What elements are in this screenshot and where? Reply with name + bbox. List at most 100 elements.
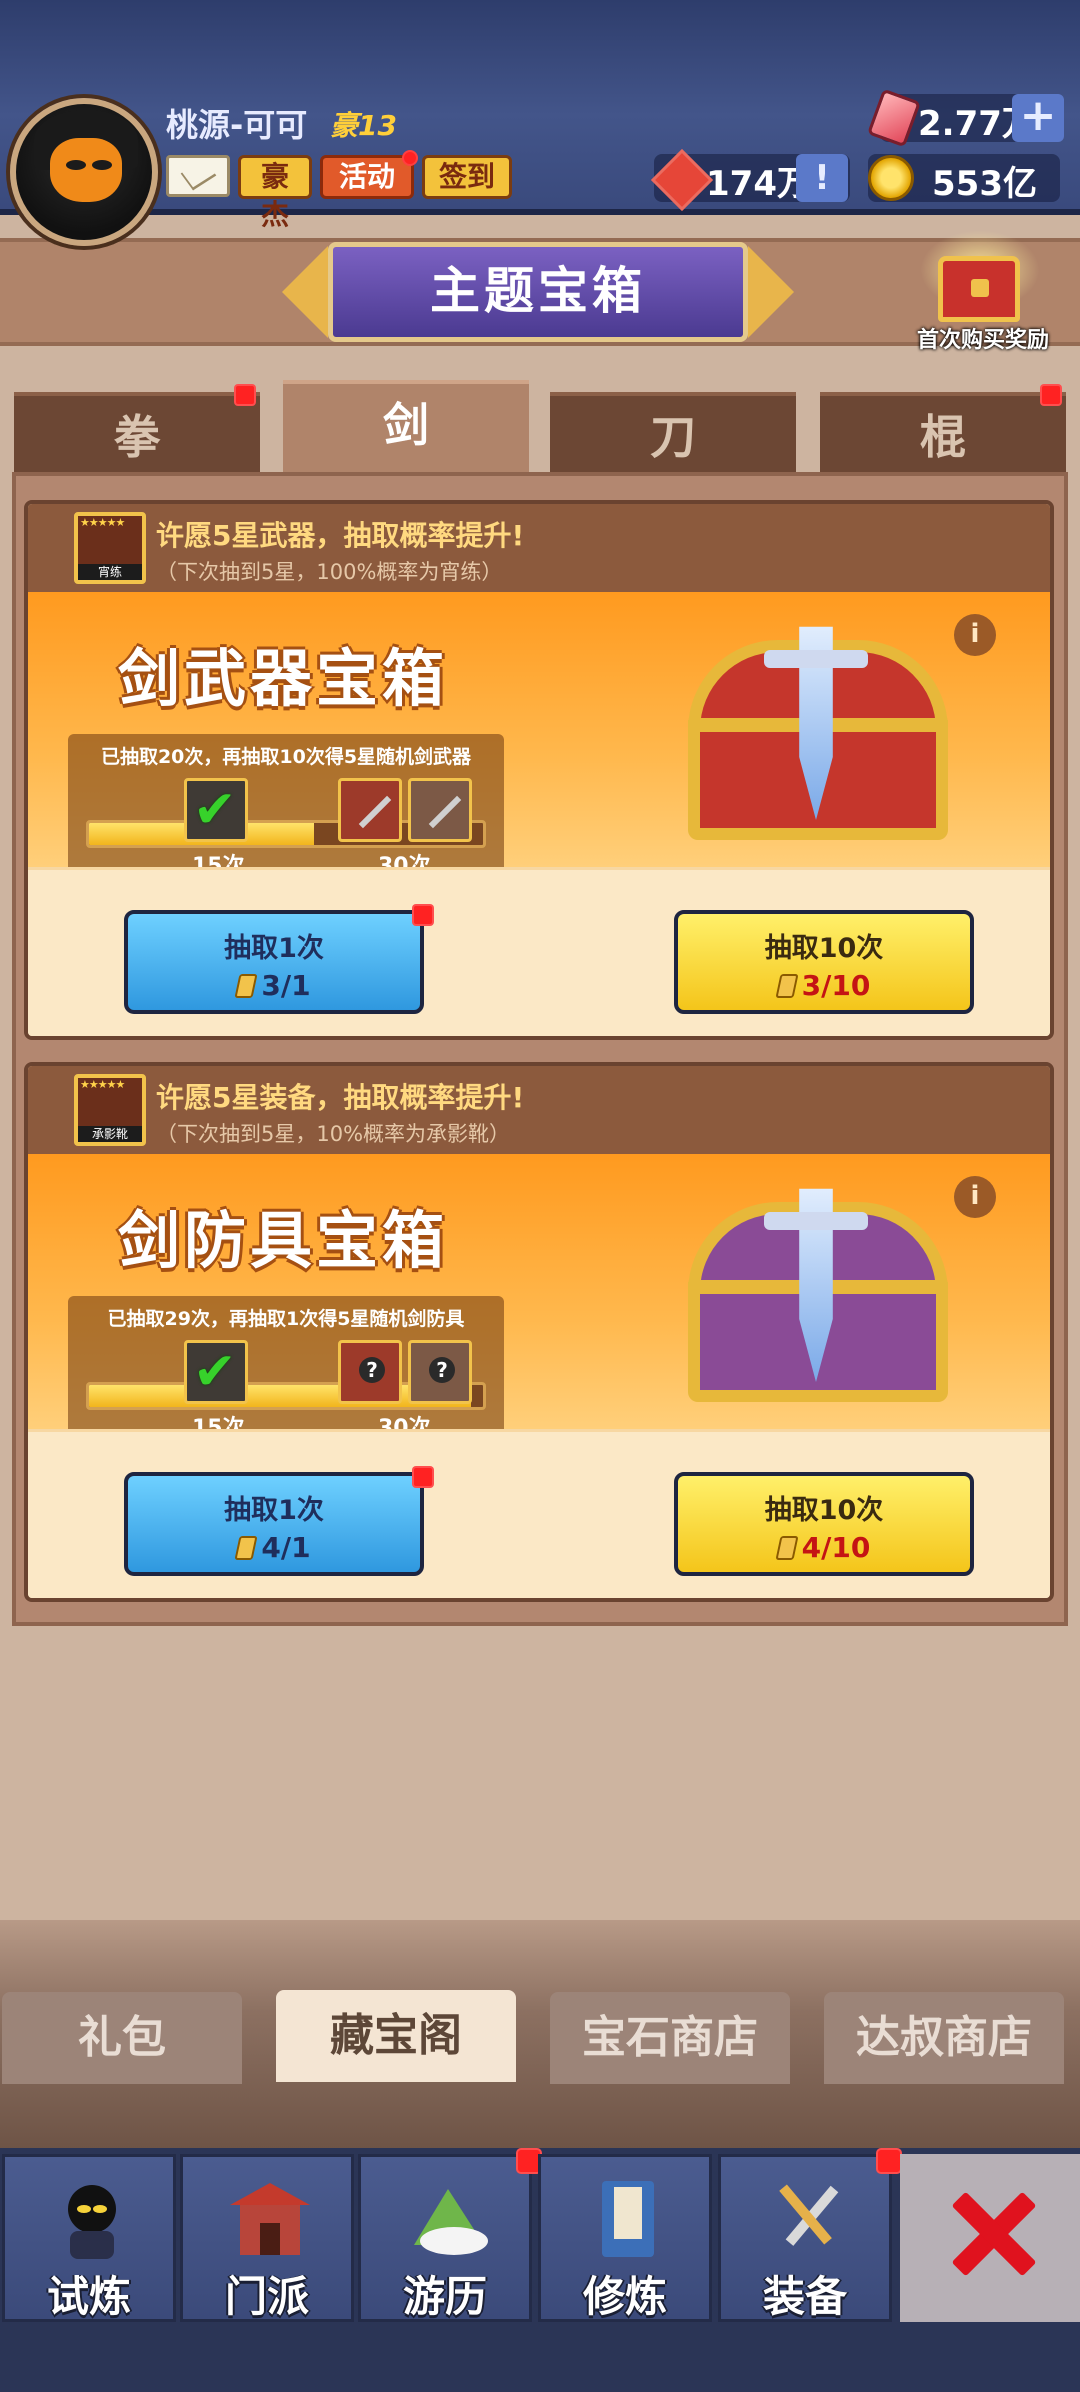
progress-box: 已抽取29次，再抽取1次得5星随机剑防具 ✔ ? ? 15次 30次 — [68, 1296, 504, 1441]
sword-reward-icon — [358, 795, 392, 829]
draw-ten-button[interactable]: 抽取10次 3/10 — [674, 910, 974, 1014]
haojie-button[interactable]: 豪杰 — [238, 155, 312, 231]
signin-button[interactable]: 签到 — [422, 155, 512, 199]
nav-sect-label: 门派 — [224, 2272, 309, 2321]
wish-item-label: 承影靴 — [78, 1126, 142, 1142]
player-name: 桃源-可可 — [166, 106, 308, 144]
wish-subtitle: （下次抽到5星，10%概率为承影靴） — [156, 1122, 511, 1146]
sword-reward-icon — [428, 795, 462, 829]
reward-15-claimed[interactable]: ✔ — [184, 1340, 248, 1404]
reward-15-claimed[interactable]: ✔ — [184, 778, 248, 842]
crossed-swords-icon — [779, 2184, 839, 2246]
sword-guard — [764, 1212, 868, 1230]
tab-treasure-pavilion[interactable]: 藏宝阁 — [276, 1990, 516, 2082]
wish-armor-icon[interactable]: ★★★★★ 承影靴 — [74, 1074, 146, 1146]
first-purchase-label[interactable]: 首次购买奖励 — [898, 322, 1068, 354]
coin-icon — [868, 155, 914, 201]
ticket-icon — [775, 974, 799, 998]
close-x-icon — [952, 2192, 1032, 2272]
five-star-icon: ★★★★★ — [80, 1078, 125, 1091]
progress-text: 已抽取29次，再抽取1次得5星随机剑防具 — [107, 1308, 465, 1330]
avatar-eye-left — [66, 160, 86, 170]
tab-gem-shop[interactable]: 宝石商店 — [550, 1992, 790, 2084]
nav-travel-label: 游历 — [402, 2272, 487, 2321]
weapon-chest-card: ★★★★★ 宵练 许愿5星武器，抽取概率提升! （下次抽到5星，100%概率为宵… — [24, 500, 1054, 1040]
card-body: 剑防具宝箱 i 已抽取29次，再抽取1次得5星随机剑防具 ✔ ? ? 15次 3… — [28, 1154, 1050, 1441]
check-icon: ✔ — [193, 1342, 237, 1402]
ticket-icon — [234, 974, 258, 998]
draw-ten-label: 抽取10次 — [764, 1495, 884, 1526]
vip-level: 豪13 — [330, 109, 397, 142]
card-body: 剑武器宝箱 i 已抽取20次，再抽取10次得5星随机剑武器 ✔ 15次 30次 — [28, 592, 1050, 879]
nav-cultivate[interactable]: 修炼 — [538, 2154, 712, 2322]
add-gems-button[interactable]: + — [1012, 94, 1064, 142]
wish-title: 许愿5星装备，抽取概率提升! — [156, 1081, 525, 1114]
secret-book-icon — [602, 2181, 654, 2257]
draw-once-label: 抽取1次 — [224, 1495, 324, 1526]
progress-text: 已抽取20次，再抽取10次得5星随机剑武器 — [100, 746, 472, 768]
nav-travel[interactable]: 游历 — [358, 2154, 532, 2322]
wish-item-label: 宵练 — [78, 564, 142, 580]
wish-weapon-icon[interactable]: ★★★★★ 宵练 — [74, 512, 146, 584]
draw-once-label: 抽取1次 — [224, 933, 324, 964]
ninja-icon — [68, 2185, 116, 2259]
draw-once-button[interactable]: 抽取1次 3/1 — [124, 910, 424, 1014]
draw-once-button[interactable]: 抽取1次 4/1 — [124, 1472, 424, 1576]
question-icon: ? — [429, 1357, 455, 1383]
chest-title: 剑武器宝箱 — [118, 642, 449, 715]
draw-once-cost: 4/1 — [128, 1531, 420, 1564]
reward-30-slot-1[interactable] — [338, 778, 402, 842]
tab-staff[interactable]: 棍 — [820, 392, 1066, 472]
nav-cultivate-label: 修炼 — [582, 2272, 667, 2321]
ticket-icon — [234, 1536, 258, 1560]
reward-30-slot-2[interactable] — [408, 778, 472, 842]
tab-blade[interactable]: 刀 — [550, 392, 796, 472]
draw-ten-button[interactable]: 抽取10次 4/10 — [674, 1472, 974, 1576]
tab-dashu-shop[interactable]: 达叔商店 — [824, 1992, 1064, 2084]
activity-button[interactable]: 活动 — [320, 155, 414, 199]
activity-notify-dot — [402, 150, 418, 166]
first-purchase-chest-icon[interactable] — [938, 256, 1020, 322]
title-arrow-left — [282, 246, 328, 338]
reward-30-slot-1[interactable]: ? — [338, 1340, 402, 1404]
coin-count: 553亿 — [932, 164, 1037, 204]
player-avatar[interactable] — [10, 98, 158, 246]
card-header: ★★★★★ 宵练 许愿5星武器，抽取概率提升! （下次抽到5星，100%概率为宵… — [28, 504, 1050, 592]
tab-fist-notify-dot — [234, 384, 256, 406]
check-icon: ✔ — [193, 780, 237, 840]
avatar-eye-right — [92, 160, 112, 170]
wish-subtitle: （下次抽到5星，100%概率为宵练） — [156, 560, 503, 584]
draw-ten-cost-value: 4/10 — [801, 1531, 871, 1564]
nav-trial-label: 试炼 — [46, 2272, 131, 2321]
purple-sword-chest-icon — [668, 1172, 968, 1412]
nav-sect[interactable]: 门派 — [180, 2154, 354, 2322]
card-footer: 抽取1次 4/1 抽取10次 4/10 — [28, 1429, 1050, 1598]
tab-sword[interactable]: 剑 — [283, 380, 529, 472]
tab-fist[interactable]: 拳 — [14, 392, 260, 472]
mountain-cloud-icon — [414, 2189, 488, 2255]
draw-once-notify-dot — [412, 904, 434, 926]
tab-gift-pack[interactable]: 礼包 — [2, 1992, 242, 2084]
fist-info-button[interactable]: ! — [796, 154, 848, 202]
question-icon: ? — [359, 1357, 385, 1383]
draw-once-cost-value: 4/1 — [261, 1531, 311, 1564]
close-button[interactable] — [900, 2154, 1080, 2322]
page-title: 主题宝箱 — [328, 242, 748, 342]
wish-title: 许愿5星武器，抽取概率提升! — [156, 519, 525, 552]
nav-equipment-notify-dot — [876, 2148, 902, 2174]
title-arrow-right — [748, 246, 794, 338]
temple-gate-icon — [230, 2183, 310, 2255]
draw-ten-label: 抽取10次 — [764, 933, 884, 964]
sword-guard — [764, 650, 868, 668]
tab-staff-notify-dot — [1040, 384, 1062, 406]
nav-equipment[interactable]: 装备 — [718, 2154, 892, 2322]
chest-title: 剑防具宝箱 — [118, 1204, 449, 1277]
reward-30-slot-2[interactable]: ? — [408, 1340, 472, 1404]
mail-icon[interactable] — [166, 155, 230, 197]
draw-ten-cost-value: 3/10 — [801, 969, 871, 1002]
armor-chest-card: ★★★★★ 承影靴 许愿5星装备，抽取概率提升! （下次抽到5星，10%概率为承… — [24, 1062, 1054, 1602]
draw-once-cost-value: 3/1 — [261, 969, 311, 1002]
draw-ten-cost: 3/10 — [678, 969, 970, 1002]
nav-trial[interactable]: 试炼 — [2, 2154, 176, 2322]
draw-once-notify-dot — [412, 1466, 434, 1488]
